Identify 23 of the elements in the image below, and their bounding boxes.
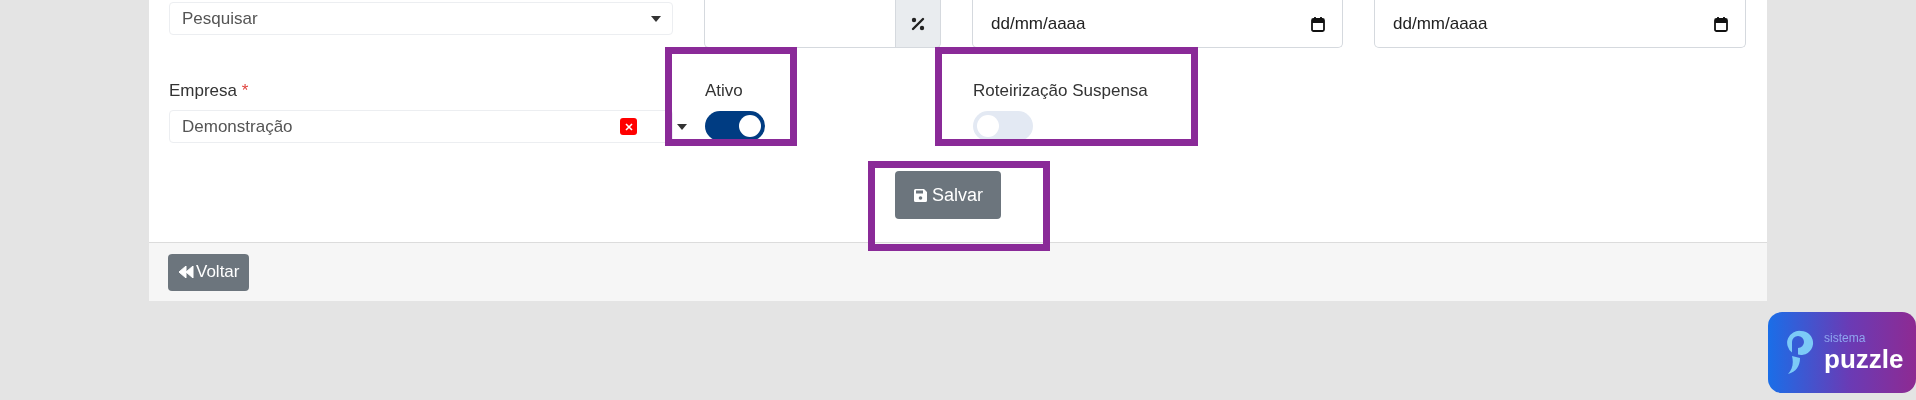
close-icon [624,122,633,131]
search-select[interactable]: Pesquisar [169,2,673,35]
logo-caption: sistema [1824,331,1867,344]
clear-button[interactable] [620,118,637,135]
back-button[interactable]: Voltar [168,253,250,291]
save-button[interactable]: Salvar [895,171,1001,219]
company-select[interactable]: Demonstração [169,110,673,143]
date-field[interactable]: dd/mm/aaaa [1374,0,1746,48]
required-mark: * [241,81,249,100]
date-field[interactable]: dd/mm/aaaa [972,0,1343,48]
field-label: Empresa [169,81,238,100]
percent-icon [911,16,925,31]
floppy-icon [913,187,928,203]
calendar-icon [1714,16,1728,32]
rewind-icon [178,266,194,278]
toggle-switch[interactable] [705,111,765,141]
toggle-label: Ativo [705,81,744,102]
toggle-switch[interactable] [973,111,1033,141]
logo-wordmark: puzzle [1824,343,1904,374]
caret-icon [651,15,661,22]
toggle-label: Roteirização Suspensa [973,81,1149,102]
calendar-icon [1311,16,1325,32]
caret-icon [677,123,687,130]
